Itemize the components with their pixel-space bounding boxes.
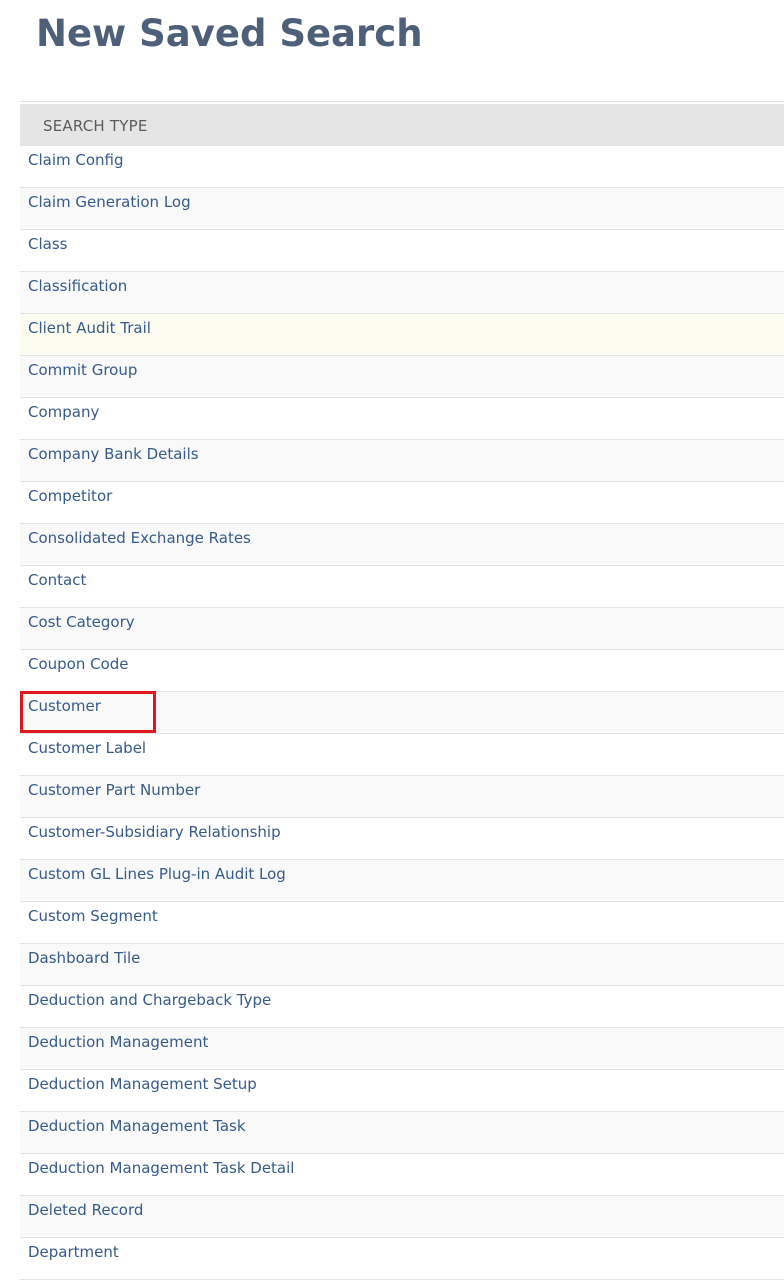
search-type-row-deduction-management[interactable]: Deduction Management: [20, 1028, 784, 1070]
search-type-row-consolidated-exchange-rates[interactable]: Consolidated Exchange Rates: [20, 524, 784, 566]
search-type-row-classification[interactable]: Classification: [20, 272, 784, 314]
search-type-link[interactable]: Class: [28, 230, 67, 258]
header-divider: [20, 101, 784, 102]
search-type-link[interactable]: Deduction Management Setup: [28, 1070, 257, 1098]
search-type-link[interactable]: Customer Part Number: [28, 776, 200, 804]
search-type-row-company-bank-details[interactable]: Company Bank Details: [20, 440, 784, 482]
search-type-row-deduction-management-task-detail[interactable]: Deduction Management Task Detail: [20, 1154, 784, 1196]
search-type-rows: Claim Config Claim Generation Log Class Cla…: [20, 146, 784, 1280]
search-type-row-customer-subsidiary-relationship[interactable]: Customer-Subsidiary Relationship: [20, 818, 784, 860]
search-type-link[interactable]: Claim Config: [28, 146, 124, 174]
search-type-row-custom-segment[interactable]: Custom Segment: [20, 902, 784, 944]
search-type-link[interactable]: Consolidated Exchange Rates: [28, 524, 251, 552]
search-type-link[interactable]: Customer: [28, 692, 101, 720]
search-type-link[interactable]: Company: [28, 398, 99, 426]
search-type-row-client-audit-trail[interactable]: Client Audit Trail: [20, 314, 784, 356]
search-type-row-customer[interactable]: Customer: [20, 691, 784, 734]
search-type-row-coupon-code[interactable]: Coupon Code: [20, 650, 784, 692]
search-type-row-class[interactable]: Class: [20, 230, 784, 272]
search-type-link[interactable]: Deduction and Chargeback Type: [28, 986, 271, 1014]
search-type-link[interactable]: Classification: [28, 272, 127, 300]
search-type-link[interactable]: Deduction Management Task: [28, 1112, 246, 1140]
search-type-row-claim-generation-log[interactable]: Claim Generation Log: [20, 188, 784, 230]
search-type-row-department[interactable]: Department: [20, 1238, 784, 1280]
search-type-row-competitor[interactable]: Competitor: [20, 482, 784, 524]
search-type-column-header: SEARCH TYPE: [20, 104, 784, 146]
search-type-link[interactable]: Client Audit Trail: [28, 314, 151, 342]
search-type-link[interactable]: Contact: [28, 566, 86, 594]
search-type-row-commit-group[interactable]: Commit Group: [20, 356, 784, 398]
search-type-link[interactable]: Deleted Record: [28, 1196, 143, 1224]
search-type-link[interactable]: Deduction Management: [28, 1028, 208, 1056]
search-type-link[interactable]: Claim Generation Log: [28, 188, 191, 216]
search-type-link[interactable]: Deduction Management Task Detail: [28, 1154, 294, 1182]
search-type-row-deleted-record[interactable]: Deleted Record: [20, 1196, 784, 1238]
search-type-link[interactable]: Custom GL Lines Plug-in Audit Log: [28, 860, 286, 888]
search-type-row-customer-part-number[interactable]: Customer Part Number: [20, 776, 784, 818]
search-type-link[interactable]: Dashboard Tile: [28, 944, 140, 972]
search-type-link[interactable]: Customer Label: [28, 734, 146, 762]
search-type-row-deduction-management-setup[interactable]: Deduction Management Setup: [20, 1070, 784, 1112]
search-type-link[interactable]: Custom Segment: [28, 902, 158, 930]
search-type-row-contact[interactable]: Contact: [20, 566, 784, 608]
search-type-row-custom-gl-lines-plug-in-audit-log[interactable]: Custom GL Lines Plug-in Audit Log: [20, 860, 784, 902]
search-type-list: SEARCH TYPE Claim Config Claim Generation…: [20, 104, 784, 1280]
search-type-row-deduction-management-task[interactable]: Deduction Management Task: [20, 1112, 784, 1154]
page-title: New Saved Search: [36, 12, 423, 55]
search-type-link[interactable]: Company Bank Details: [28, 440, 199, 468]
search-type-link[interactable]: Coupon Code: [28, 650, 129, 678]
search-type-row-claim-config[interactable]: Claim Config: [20, 146, 784, 188]
search-type-row-company[interactable]: Company: [20, 398, 784, 440]
search-type-link[interactable]: Cost Category: [28, 608, 135, 636]
search-type-link[interactable]: Commit Group: [28, 356, 137, 384]
search-type-row-customer-label[interactable]: Customer Label: [20, 734, 784, 776]
search-type-row-cost-category[interactable]: Cost Category: [20, 608, 784, 650]
search-type-link[interactable]: Customer-Subsidiary Relationship: [28, 818, 281, 846]
search-type-link[interactable]: Department: [28, 1238, 119, 1266]
search-type-row-deduction-and-chargeback-type[interactable]: Deduction and Chargeback Type: [20, 986, 784, 1028]
search-type-link[interactable]: Competitor: [28, 482, 112, 510]
search-type-row-dashboard-tile[interactable]: Dashboard Tile: [20, 944, 784, 986]
